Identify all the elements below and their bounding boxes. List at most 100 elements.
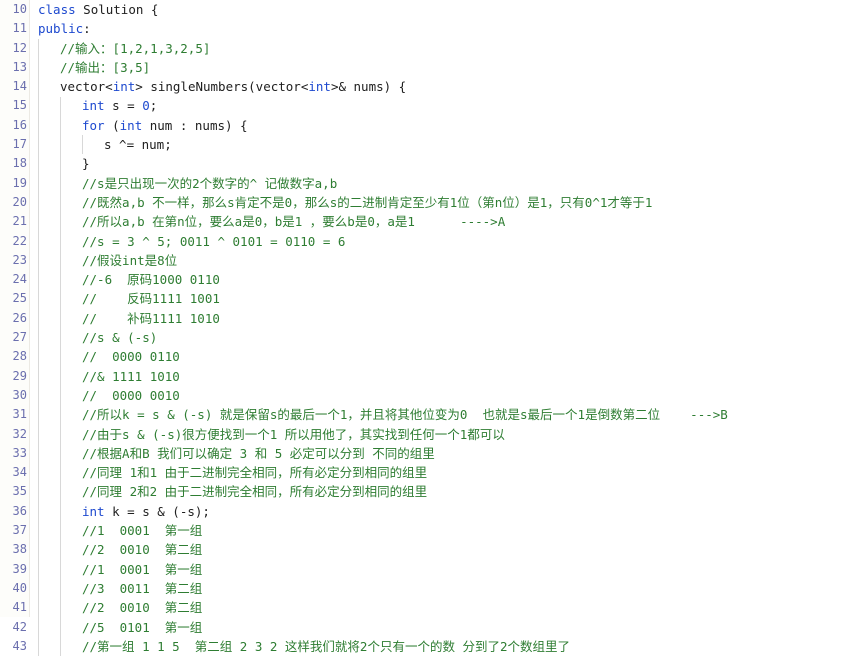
line-number: 24 [0,270,27,289]
code-line-text: //1 0001 第一组 [82,560,202,579]
code-token-kw: class [38,2,76,17]
line-number: 37 [0,521,27,540]
code-token-plain: ; [150,98,158,113]
code-line[interactable]: 14vector<int> singleNumbers(vector<int>&… [0,77,868,96]
code-token-kw: int [308,79,331,94]
code-line-text: } [82,154,90,173]
line-number: 23 [0,251,27,270]
code-line[interactable]: 42 //5 0101 第一组 [0,618,868,637]
code-token-cmt: // 0000 0110 [82,349,180,364]
line-number: 31 [0,405,27,424]
code-line[interactable]: 38 //2 0010 第二组 [0,540,868,559]
code-line[interactable]: 24 //-6 原码1000 0110 [0,270,868,289]
code-line[interactable]: 36int k = s & (-s); [0,502,868,521]
line-number: 39 [0,560,27,579]
code-line[interactable]: 28// 0000 0110 [0,347,868,366]
line-number: 30 [0,386,27,405]
line-number: 14 [0,77,27,96]
line-number: 43 [0,637,27,656]
code-token-plain: ( [105,118,120,133]
code-token-cmt: //3 0011 第二组 [82,581,202,596]
line-number: 29 [0,367,27,386]
code-line-text: //既然a,b 不一样，那么s肯定不是0，那么s的二进制肯定至少有1位（第n位）… [82,193,652,212]
code-token-plain: >& nums) { [331,79,406,94]
code-line-text: //& 1111 1010 [82,367,180,386]
code-line[interactable]: 30 // 0000 0010 [0,386,868,405]
code-line[interactable]: 32//由于s & (-s)很方便找到一个1 所以用他了，其实找到任何一个1都可… [0,425,868,444]
code-line[interactable]: 39 //1 0001 第一组 [0,560,868,579]
code-content-area[interactable]: 10class Solution {11public:12//输入：[1,2,1… [0,0,868,617]
code-line[interactable]: 40 //3 0011 第二组 [0,579,868,598]
code-token-cmt: //5 0101 第一组 [82,620,202,635]
code-line[interactable]: 27//s & (-s) [0,328,868,347]
code-token-cmt: //-6 原码1000 0110 [82,272,220,287]
code-token-cmt: //s = 3 ^ 5; 0011 ^ 0101 = 0110 = 6 [82,234,345,249]
code-token-kw: for [82,118,105,133]
code-line-text: //5 0101 第一组 [82,618,202,637]
line-number: 34 [0,463,27,482]
code-token-cmt: //1 0001 第一组 [82,562,202,577]
code-line[interactable]: 13//输出：[3,5] [0,58,868,77]
line-number: 38 [0,540,27,559]
code-token-cmt: //所以a,b 在第n位，要么a是0，b是1 ，要么b是0，a是1 ---->A [82,214,505,229]
code-token-cmt: // 0000 0010 [82,388,180,403]
code-token-cmt: //既然a,b 不一样，那么s肯定不是0，那么s的二进制肯定至少有1位（第n位）… [82,195,652,210]
code-token-cmt: //假设int是8位 [82,253,177,268]
code-line[interactable]: 15int s = 0; [0,96,868,115]
code-line[interactable]: 20//既然a,b 不一样，那么s肯定不是0，那么s的二进制肯定至少有1位（第n… [0,193,868,212]
code-line[interactable]: 37 //1 0001 第一组 [0,521,868,540]
code-line[interactable]: 18} [0,154,868,173]
code-line[interactable]: 33 //根据A和B 我们可以确定 3 和 5 必定可以分到 不同的组里 [0,444,868,463]
code-line[interactable]: 29 //& 1111 1010 [0,367,868,386]
code-line[interactable]: 41//2 0010 第二组 [0,598,868,617]
code-editor[interactable]: 10class Solution {11public:12//输入：[1,2,1… [0,0,868,617]
code-line[interactable]: 31//所以k = s & (-s) 就是保留s的最后一个1，并且将其他位变为0… [0,405,868,424]
code-token-plain: Solution { [76,2,159,17]
code-line[interactable]: 25 // 反码1111 1001 [0,289,868,308]
code-token-cmt: // 反码1111 1001 [82,291,220,306]
code-line-text: //3 0011 第二组 [82,579,202,598]
code-line[interactable]: 35//同理 2和2 由于二进制完全相同，所有必定分到相同的组里 [0,482,868,501]
line-number: 16 [0,116,27,135]
code-line-text: //第一组 1 1 5 第二组 2 3 2 这样我们就将2个只有一个的数 分到了… [82,637,570,656]
code-line[interactable]: 11public: [0,19,868,38]
line-number: 32 [0,425,27,444]
code-line-text: // 补码1111 1010 [82,309,220,328]
code-line-text: //s = 3 ^ 5; 0011 ^ 0101 = 0110 = 6 [82,232,345,251]
line-number: 42 [0,618,27,637]
code-token-plain: } [82,156,90,171]
code-line[interactable]: 17s ^= num; [0,135,868,154]
code-line[interactable]: 34 //同理 1和1 由于二进制完全相同，所有必定分到相同的组里 [0,463,868,482]
code-line[interactable]: 10class Solution { [0,0,868,19]
code-line-text: // 0000 0110 [82,347,180,366]
code-token-cmt: //2 0010 第二组 [82,542,202,557]
indent-guide [82,135,83,154]
indent-guide [60,97,61,656]
line-number: 22 [0,232,27,251]
code-token-plain: k = s & (-s); [105,504,210,519]
code-line-text: public: [38,19,91,38]
code-token-cmt: //第一组 1 1 5 第二组 2 3 2 这样我们就将2个只有一个的数 分到了… [82,639,570,654]
code-line[interactable]: 16 for (int num : nums) { [0,116,868,135]
line-number: 25 [0,289,27,308]
code-line[interactable]: 21//所以a,b 在第n位，要么a是0，b是1 ，要么b是0，a是1 ----… [0,212,868,231]
code-line[interactable]: 12//输入：[1,2,1,3,2,5] [0,39,868,58]
code-token-plain: num : nums) { [142,118,247,133]
line-number: 40 [0,579,27,598]
code-line-text: //同理 1和1 由于二进制完全相同，所有必定分到相同的组里 [82,463,427,482]
code-line[interactable]: 43 //第一组 1 1 5 第二组 2 3 2 这样我们就将2个只有一个的数 分… [0,637,868,656]
code-line-text: //1 0001 第一组 [82,521,202,540]
code-line[interactable]: 26// 补码1111 1010 [0,309,868,328]
code-line[interactable]: 19//s是只出现一次的2个数字的^ 记做数字a,b [0,174,868,193]
line-number: 15 [0,96,27,115]
code-line[interactable]: 23 //假设int是8位 [0,251,868,270]
code-line-text: //2 0010 第二组 [82,540,202,559]
code-line-text: //根据A和B 我们可以确定 3 和 5 必定可以分到 不同的组里 [82,444,435,463]
line-number: 33 [0,444,27,463]
code-token-cmt: //根据A和B 我们可以确定 3 和 5 必定可以分到 不同的组里 [82,446,435,461]
code-line-text: //s是只出现一次的2个数字的^ 记做数字a,b [82,174,337,193]
code-line[interactable]: 22 //s = 3 ^ 5; 0011 ^ 0101 = 0110 = 6 [0,232,868,251]
code-token-cmt: //s是只出现一次的2个数字的^ 记做数字a,b [82,176,337,191]
code-line-text: //输入：[1,2,1,3,2,5] [60,39,210,58]
code-token-kw: int [120,118,143,133]
